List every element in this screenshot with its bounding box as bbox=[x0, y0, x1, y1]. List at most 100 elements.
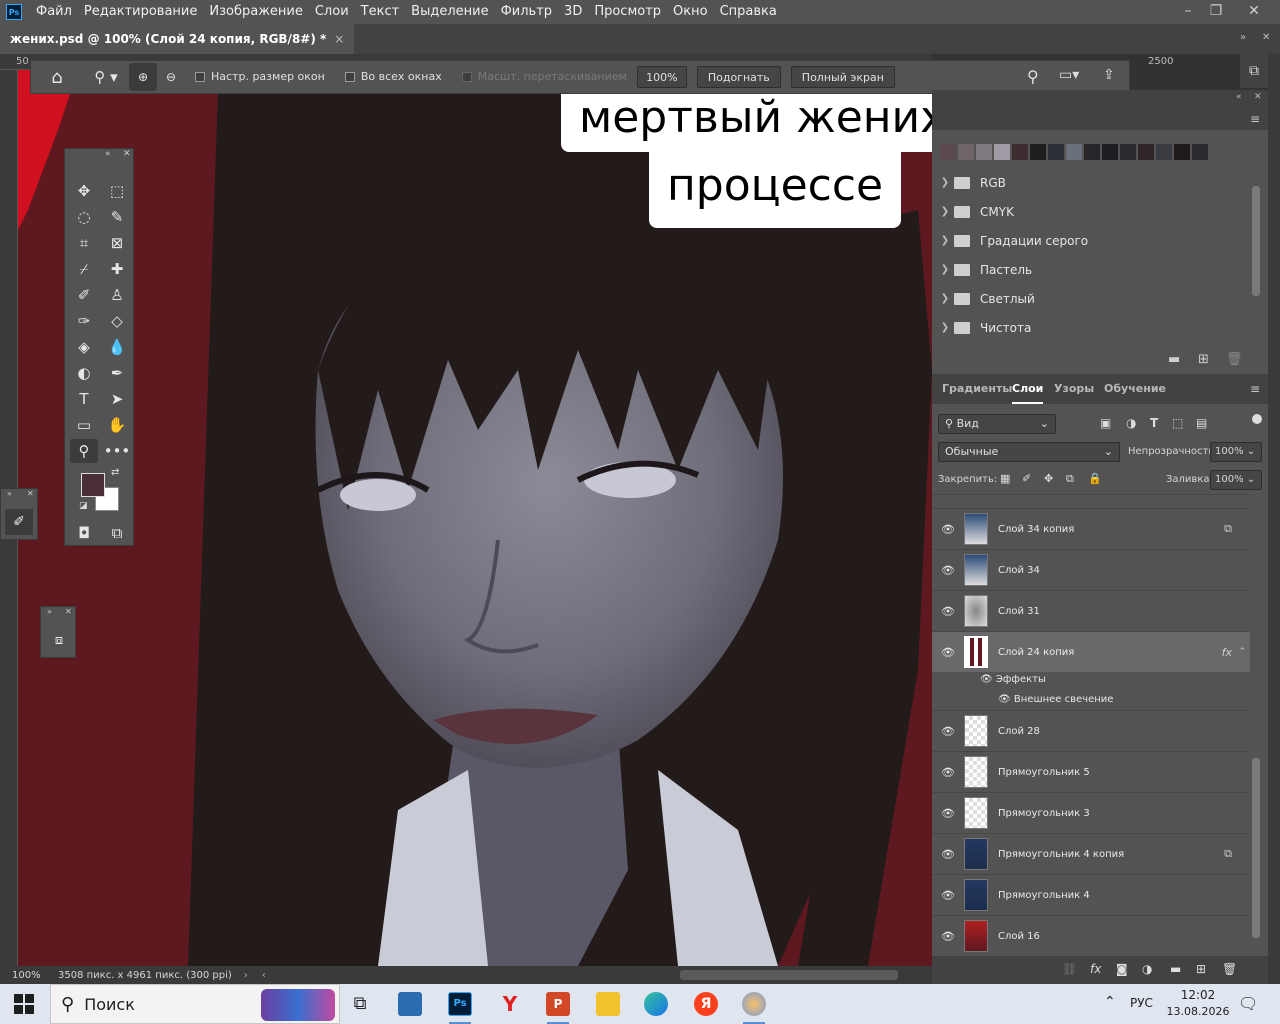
new-swatch-icon[interactable]: ⊞ bbox=[1198, 352, 1209, 367]
layers-menu-icon[interactable]: ≡ bbox=[1250, 382, 1260, 396]
mini2-collapse-icon[interactable]: » bbox=[47, 607, 52, 616]
screen-mode-icon[interactable]: ⧉ bbox=[103, 521, 131, 545]
menu-layers[interactable]: Слои bbox=[309, 0, 355, 24]
task-view-icon[interactable]: ⧉ bbox=[348, 992, 372, 1016]
collapse-panels-icon[interactable]: » bbox=[1240, 32, 1246, 43]
type-tool-icon[interactable]: T bbox=[70, 387, 98, 411]
paint-bucket-tool-icon[interactable]: ◈ bbox=[70, 335, 98, 359]
color-swatch[interactable] bbox=[958, 144, 974, 160]
side-panel-icon[interactable]: ⧉ bbox=[1240, 54, 1268, 88]
pen-tool-icon[interactable]: ✒ bbox=[103, 361, 131, 385]
scrubby-zoom-option[interactable]: Масшт. перетаскиванием bbox=[452, 66, 637, 88]
scroll-left-icon[interactable]: ‹ bbox=[262, 970, 266, 981]
visibility-eye-icon[interactable]: 👁 bbox=[932, 930, 964, 943]
hand-tool-icon[interactable]: ✋ bbox=[103, 413, 131, 437]
swatches-collapse-icon[interactable]: « bbox=[1236, 92, 1242, 102]
add-mask-icon[interactable]: ◙ bbox=[1116, 962, 1128, 976]
lock-all-icon[interactable]: 🔒 bbox=[1088, 472, 1102, 485]
tools-collapse-icon[interactable]: « bbox=[105, 149, 111, 159]
swatches-close-icon[interactable]: ✕ bbox=[1254, 92, 1262, 102]
filter-toggle[interactable] bbox=[1252, 414, 1262, 424]
all-windows-checkbox[interactable] bbox=[344, 72, 355, 82]
swatch-folder-pastel[interactable]: ❯ Пастель bbox=[932, 255, 1248, 284]
filter-smart-icon[interactable]: ▤ bbox=[1196, 416, 1207, 430]
fit-screen-button[interactable]: Подогнать bbox=[696, 66, 781, 88]
brush-settings-icon[interactable]: ✐ bbox=[5, 509, 33, 535]
home-icon[interactable]: ⌂ bbox=[31, 67, 83, 88]
menu-select[interactable]: Выделение bbox=[405, 0, 494, 24]
zoom-out-icon[interactable]: ⊖ bbox=[157, 70, 185, 84]
visibility-eye-icon[interactable]: 👁 bbox=[980, 674, 993, 685]
lasso-tool-icon[interactable]: ◌ bbox=[70, 205, 98, 229]
effects-row[interactable]: 👁 Эффекты bbox=[980, 674, 1046, 685]
photoshop-taskbar-icon[interactable]: Ps bbox=[448, 992, 472, 1016]
visibility-eye-icon[interactable]: 👁 bbox=[932, 889, 964, 902]
dodge-tool-icon[interactable]: ◐ bbox=[70, 361, 98, 385]
share-icon[interactable]: ⇪ bbox=[1103, 67, 1115, 83]
visibility-eye-icon[interactable]: 👁 bbox=[932, 807, 964, 820]
mini-collapse-icon[interactable]: » bbox=[7, 489, 12, 498]
lock-transparent-icon[interactable]: ▦ bbox=[1000, 472, 1010, 485]
tab-layers[interactable]: Слои bbox=[1012, 374, 1044, 404]
layer-style-fx-icon[interactable]: fx bbox=[1090, 962, 1101, 976]
visibility-eye-icon[interactable]: 👁 bbox=[932, 564, 964, 577]
clock-time[interactable]: 12:02 bbox=[1168, 988, 1228, 1002]
color-swatch[interactable] bbox=[1156, 144, 1172, 160]
eyedropper-tool-icon[interactable]: ⌿ bbox=[70, 257, 98, 281]
path-select-tool-icon[interactable]: ➤ bbox=[103, 387, 131, 411]
menu-3d[interactable]: 3D bbox=[558, 0, 588, 24]
workspace-icon[interactable]: ▭▾ bbox=[1059, 67, 1079, 83]
new-group-folder-icon[interactable]: ▬ bbox=[1170, 962, 1181, 976]
tools-close-icon[interactable]: ✕ bbox=[123, 149, 131, 159]
delete-swatch-icon[interactable]: 🗑 bbox=[1226, 352, 1243, 367]
fx-icon[interactable]: fx bbox=[1222, 646, 1232, 659]
color-swatch[interactable] bbox=[1120, 144, 1136, 160]
notifications-icon[interactable]: 🗨 bbox=[1238, 994, 1258, 1013]
menu-window[interactable]: Окно bbox=[667, 0, 714, 24]
foreground-color-swatch-top[interactable] bbox=[81, 473, 105, 497]
menu-image[interactable]: Изображение bbox=[203, 0, 308, 24]
swap-colors-icon[interactable]: ⇄ bbox=[111, 467, 119, 478]
swatch-folder-pure[interactable]: ❯ Чистота bbox=[932, 313, 1248, 342]
lock-position-icon[interactable]: ✥ bbox=[1044, 472, 1053, 485]
zoom-value-field[interactable]: 100% bbox=[636, 66, 687, 88]
layer-row[interactable]: 👁 Слой 31 bbox=[932, 590, 1250, 631]
layer-row[interactable]: 👁 Прямоугольник 4 bbox=[932, 874, 1250, 915]
tab-gradients[interactable]: Градиенты bbox=[942, 374, 1012, 404]
visibility-eye-icon[interactable]: 👁 bbox=[932, 523, 964, 536]
taskbar-search-box[interactable]: ⚲ Поиск bbox=[50, 984, 340, 1024]
close-icon[interactable]: ✕ bbox=[1238, 0, 1270, 24]
swatch-folder-light[interactable]: ❯ Светлый bbox=[932, 284, 1248, 313]
color-swatch[interactable] bbox=[1012, 144, 1028, 160]
tab-close-icon[interactable]: × bbox=[334, 32, 344, 46]
tab-patterns[interactable]: Узоры bbox=[1054, 374, 1094, 404]
layer-row-partial[interactable] bbox=[932, 494, 1250, 504]
swatch-folder-rgb[interactable]: ❯ RGB bbox=[932, 168, 1248, 197]
3d-panel-icon[interactable]: ⧈ bbox=[47, 629, 71, 653]
visibility-eye-icon[interactable]: 👁 bbox=[932, 848, 964, 861]
filter-shape-icon[interactable]: ⬚ bbox=[1172, 416, 1183, 430]
link-layers-icon[interactable]: ⛓ bbox=[1062, 962, 1077, 976]
menu-help[interactable]: Справка bbox=[714, 0, 783, 24]
yandex-browser-icon[interactable]: Y bbox=[498, 992, 522, 1016]
visibility-eye-icon[interactable]: 👁 bbox=[932, 766, 964, 779]
language-indicator[interactable]: РУС bbox=[1130, 996, 1153, 1010]
blur-tool-icon[interactable]: 💧 bbox=[103, 335, 131, 359]
zoom-in-icon[interactable]: ⊕ bbox=[129, 63, 157, 91]
opacity-field[interactable]: 100% ⌄ bbox=[1210, 442, 1262, 462]
tab-learn[interactable]: Обучение bbox=[1104, 374, 1166, 404]
restore-icon[interactable]: ❐ bbox=[1200, 0, 1232, 24]
frame-tool-icon[interactable]: ⊠ bbox=[103, 231, 131, 255]
color-swatch[interactable] bbox=[1066, 144, 1082, 160]
layer-row[interactable]: 👁 Слой 16 bbox=[932, 915, 1250, 954]
scrubby-zoom-checkbox[interactable] bbox=[461, 72, 472, 82]
history-brush-tool-icon[interactable]: ✑ bbox=[70, 309, 98, 333]
fill-field[interactable]: 100% ⌄ bbox=[1210, 470, 1262, 490]
color-swatch[interactable] bbox=[1102, 144, 1118, 160]
swatch-folder-grayscale[interactable]: ❯ Градации серого bbox=[932, 226, 1248, 255]
color-swatch[interactable] bbox=[1030, 144, 1046, 160]
color-swatch[interactable] bbox=[976, 144, 992, 160]
layer-row[interactable]: 👁 Слой 28 bbox=[932, 710, 1250, 751]
lock-artboard-icon[interactable]: ⧉ bbox=[1066, 472, 1074, 486]
layer-row[interactable]: 👁 Прямоугольник 5 bbox=[932, 751, 1250, 792]
